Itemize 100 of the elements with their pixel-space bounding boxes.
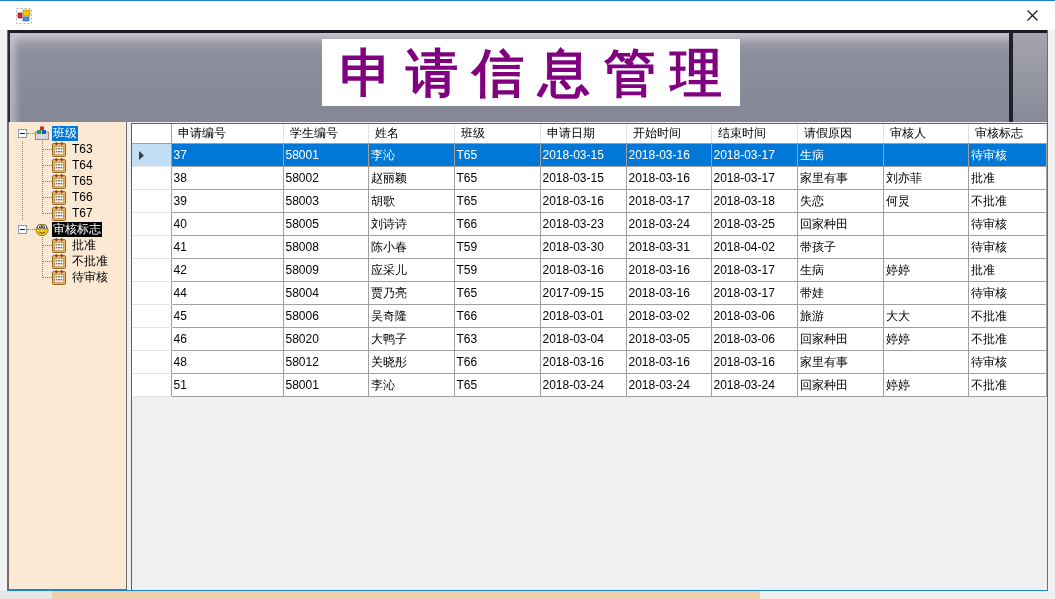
table-cell: 胡歌 xyxy=(368,189,454,213)
table-cell: 应采儿 xyxy=(368,258,454,282)
table-cell: 刘亦菲 xyxy=(883,166,968,190)
table-cell: 2018-03-16 xyxy=(540,350,626,374)
table-cell: 58001 xyxy=(283,373,368,397)
tree-item[interactable]: 班级 xyxy=(52,125,78,141)
calendar-icon xyxy=(52,189,66,205)
column-header[interactable]: 结束时间 xyxy=(711,124,797,144)
column-header[interactable]: 申请编号 xyxy=(171,124,283,144)
table-cell: 带孩子 xyxy=(797,235,883,259)
table-cell: 李沁 xyxy=(368,373,454,397)
table-cell: 批准 xyxy=(968,166,1046,190)
table-cell: 2018-03-16 xyxy=(626,350,711,374)
table-cell: 回家种田 xyxy=(797,327,883,351)
table-cell: 批准 xyxy=(968,258,1046,282)
table-cell: 2017-09-15 xyxy=(540,281,626,305)
tree-item[interactable]: T65 xyxy=(71,173,94,189)
table-cell: T66 xyxy=(454,304,540,328)
table-cell: 何炅 xyxy=(883,189,968,213)
table-cell: 2018-03-16 xyxy=(540,189,626,213)
table-cell: 42 xyxy=(171,258,283,282)
tree-item[interactable]: 批准 xyxy=(71,237,97,253)
collapse-icon[interactable] xyxy=(18,224,27,234)
calendar-icon xyxy=(52,157,66,173)
table-cell: 41 xyxy=(171,235,283,259)
current-row-icon xyxy=(139,150,144,160)
table-cell: 不批准 xyxy=(968,327,1046,351)
page-title: 申请信息管理 xyxy=(340,41,736,104)
table-cell: 58003 xyxy=(283,189,368,213)
calendar-icon xyxy=(52,173,66,189)
table-cell: 2018-03-17 xyxy=(711,143,797,167)
column-header[interactable]: 姓名 xyxy=(368,124,454,144)
tree-item[interactable]: T63 xyxy=(71,141,94,157)
table-cell: T65 xyxy=(454,189,540,213)
column-header[interactable]: 学生编号 xyxy=(283,124,368,144)
table-row[interactable]: 42 58009 应采儿 T59 2018-03-16 2018-03-16 2018-03-17 生病 婷婷 批准 xyxy=(132,258,1046,282)
row-header[interactable] xyxy=(132,143,171,167)
table-cell: 2018-03-16 xyxy=(626,258,711,282)
close-icon[interactable] xyxy=(1027,10,1038,21)
table-cell: T65 xyxy=(454,373,540,397)
tree-item[interactable]: T66 xyxy=(71,189,94,205)
table-cell: 2018-03-16 xyxy=(626,166,711,190)
table-cell: 2018-03-17 xyxy=(711,281,797,305)
table-cell: 关晓彤 xyxy=(368,350,454,374)
table-cell: 38 xyxy=(171,166,283,190)
tree-item[interactable]: T67 xyxy=(71,205,94,221)
grid-corner-cell xyxy=(132,124,171,144)
table-cell: 2018-03-16 xyxy=(711,350,797,374)
table-cell: 大大 xyxy=(883,304,968,328)
table-cell: 家里有事 xyxy=(797,350,883,374)
table-cell: 婷婷 xyxy=(883,373,968,397)
tree-item[interactable]: T64 xyxy=(71,157,94,173)
table-cell: T65 xyxy=(454,143,540,167)
table-row[interactable]: 40 58005 刘诗诗 T66 2018-03-23 2018-03-24 2018-03-25 回家种田 待审核 xyxy=(132,212,1046,236)
table-row[interactable]: 51 58001 李沁 T65 2018-03-24 2018-03-24 2018-03-24 回家种田 婷婷 不批准 xyxy=(132,373,1046,397)
column-header[interactable]: 班级 xyxy=(454,124,540,144)
column-header[interactable]: 开始时间 xyxy=(626,124,711,144)
table-cell: 2018-03-24 xyxy=(626,212,711,236)
tree-item[interactable]: 待审核 xyxy=(71,269,109,285)
tree-item[interactable]: 不批准 xyxy=(71,253,109,269)
table-row[interactable]: 38 58002 赵丽颖 T65 2018-03-15 2018-03-16 2018-03-17 家里有事 刘亦菲 批准 xyxy=(132,166,1046,190)
table-cell: 2018-03-05 xyxy=(626,327,711,351)
table-row[interactable]: 48 58012 关晓彤 T66 2018-03-16 2018-03-16 2018-03-16 家里有事 待审核 xyxy=(132,350,1046,374)
table-cell: 失恋 xyxy=(797,189,883,213)
table-cell: 58005 xyxy=(283,212,368,236)
table-cell: 48 xyxy=(171,350,283,374)
table-cell: 家里有事 xyxy=(797,166,883,190)
calendar-icon xyxy=(52,253,66,269)
column-header[interactable]: 申请日期 xyxy=(540,124,626,144)
table-cell: 2018-03-06 xyxy=(711,327,797,351)
table-row[interactable]: 39 58003 胡歌 T65 2018-03-16 2018-03-17 2018-03-18 失恋 何炅 不批准 xyxy=(132,189,1046,213)
table-cell: 赵丽颖 xyxy=(368,166,454,190)
table-cell: 58020 xyxy=(283,327,368,351)
table-cell: T59 xyxy=(454,258,540,282)
table-row[interactable]: 45 58006 吴奇隆 T66 2018-03-01 2018-03-02 2018-03-06 旅游 大大 不批准 xyxy=(132,304,1046,328)
table-cell: 58009 xyxy=(283,258,368,282)
table-row[interactable]: 37 58001 李沁 T65 2018-03-15 2018-03-16 2018-03-17 生病 待审核 xyxy=(132,143,1046,167)
table-cell: 回家种田 xyxy=(797,373,883,397)
column-header[interactable]: 审核人 xyxy=(883,124,968,144)
calendar-icon xyxy=(52,205,66,221)
collapse-icon[interactable] xyxy=(18,128,27,138)
table-cell: 2018-03-24 xyxy=(626,373,711,397)
column-header[interactable]: 请假原因 xyxy=(797,124,883,144)
table-cell: 58004 xyxy=(283,281,368,305)
table-cell: T65 xyxy=(454,281,540,305)
table-cell: 陈小春 xyxy=(368,235,454,259)
table-cell: 待审核 xyxy=(968,281,1046,305)
table-cell: 2018-03-18 xyxy=(711,189,797,213)
table-row[interactable]: 41 58008 陈小春 T59 2018-03-30 2018-03-31 2018-04-02 带孩子 待审核 xyxy=(132,235,1046,259)
table-row[interactable]: 44 58004 贾乃亮 T65 2017-09-15 2018-03-16 2018-03-17 带娃 待审核 xyxy=(132,281,1046,305)
table-cell: T63 xyxy=(454,327,540,351)
table-cell: T66 xyxy=(454,350,540,374)
table-cell: 生病 xyxy=(797,258,883,282)
table-row[interactable]: 46 58020 大鸭子 T63 2018-03-04 2018-03-05 2018-03-06 回家种田 婷婷 不批准 xyxy=(132,327,1046,351)
table-cell: 45 xyxy=(171,304,283,328)
table-cell: 贾乃亮 xyxy=(368,281,454,305)
tree-item[interactable]: 审核标志 xyxy=(52,221,102,237)
table-cell: 58001 xyxy=(283,143,368,167)
table-cell: 不批准 xyxy=(968,189,1046,213)
column-header[interactable]: 审核标志 xyxy=(968,124,1046,144)
